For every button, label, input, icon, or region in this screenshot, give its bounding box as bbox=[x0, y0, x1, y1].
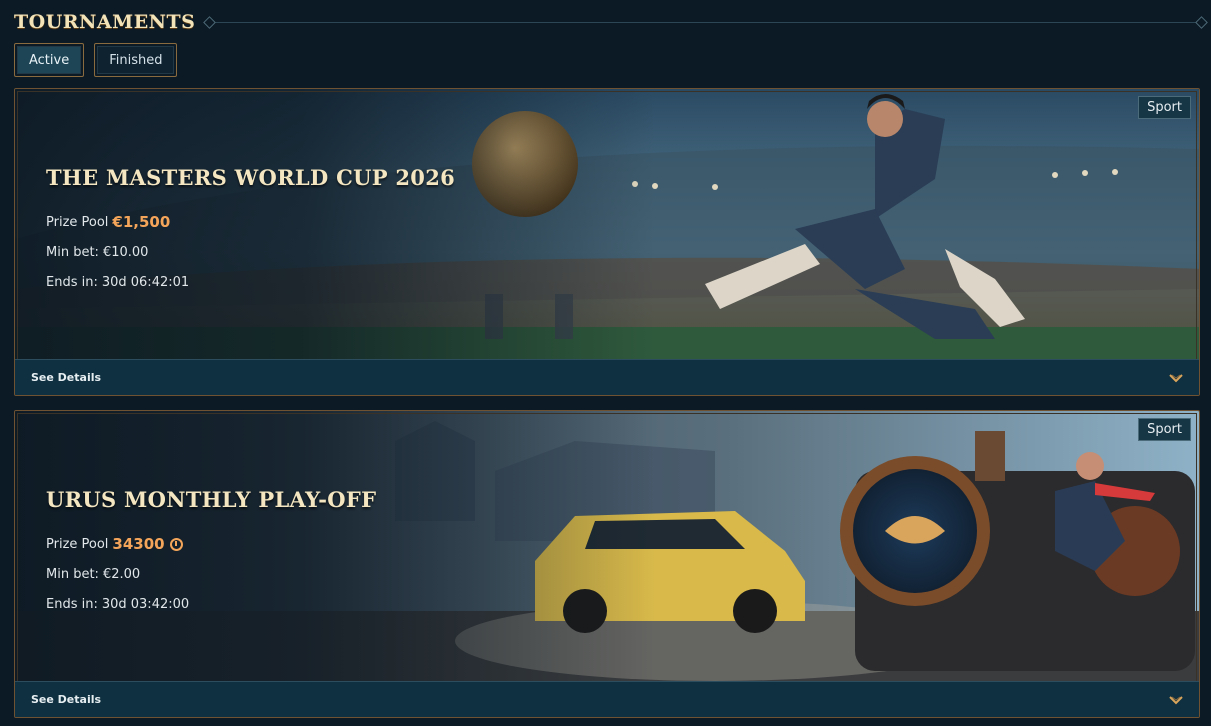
prize-pool-label: Prize Pool bbox=[46, 536, 109, 552]
ends-in-row: Ends in: 30d 03:42:00 bbox=[46, 589, 189, 619]
prize-pool-value: €1,500 bbox=[112, 213, 171, 231]
category-badge: Sport bbox=[1138, 96, 1191, 119]
tournament-card-urus[interactable]: Sport URUS MONTHLY PLAY-OFF Prize Pool 3… bbox=[14, 410, 1200, 718]
min-bet-label: Min bet: bbox=[46, 566, 99, 582]
tournament-title: URUS MONTHLY PLAY-OFF bbox=[46, 487, 377, 512]
chevron-down-icon bbox=[1169, 695, 1183, 704]
min-bet-row: Min bet: €2.00 bbox=[46, 559, 189, 589]
see-details-label: See Details bbox=[31, 371, 102, 384]
tournament-card-masters[interactable]: Sport THE MASTERS WORLD CUP 2026 Prize P… bbox=[14, 88, 1200, 396]
see-details-button[interactable]: See Details bbox=[15, 681, 1199, 717]
category-badge: Sport bbox=[1138, 418, 1191, 441]
min-bet-row: Min bet: €10.00 bbox=[46, 237, 189, 267]
see-details-label: See Details bbox=[31, 693, 102, 706]
ends-in-label: Ends in: bbox=[46, 274, 98, 290]
ends-in-value: 30d 03:42:00 bbox=[101, 596, 190, 612]
min-bet-label: Min bet: bbox=[46, 244, 99, 260]
tournament-banner bbox=[15, 89, 1199, 361]
min-bet-value: €10.00 bbox=[102, 244, 149, 260]
prize-pool-label: Prize Pool bbox=[46, 214, 109, 230]
tournament-banner bbox=[15, 411, 1199, 683]
ends-in-label: Ends in: bbox=[46, 596, 98, 612]
min-bet-value: €2.00 bbox=[102, 566, 141, 582]
ends-in-row: Ends in: 30d 06:42:01 bbox=[46, 267, 189, 297]
title-divider bbox=[209, 21, 1202, 23]
prize-pool-row: Prize Pool 34300 bbox=[46, 529, 189, 559]
tournament-title: THE MASTERS WORLD CUP 2026 bbox=[46, 165, 456, 190]
page-header: TOURNAMENTS bbox=[14, 8, 1202, 36]
coin-icon bbox=[169, 537, 183, 551]
prize-pool-row: Prize Pool €1,500 bbox=[46, 207, 189, 237]
tab-finished[interactable]: Finished bbox=[94, 43, 178, 77]
page-title: TOURNAMENTS bbox=[14, 11, 196, 33]
prize-pool-value: 34300 bbox=[112, 535, 165, 553]
chevron-down-icon bbox=[1169, 373, 1183, 382]
tournament-tabs: Active Finished bbox=[14, 43, 178, 77]
tournaments-page: TOURNAMENTS Active Finished Sport THE MA… bbox=[0, 0, 1211, 726]
tournament-info: Prize Pool 34300 Min bet: €2.00 Ends in:… bbox=[46, 529, 189, 619]
tab-active[interactable]: Active bbox=[14, 43, 85, 77]
ends-in-value: 30d 06:42:01 bbox=[101, 274, 190, 290]
tournament-info: Prize Pool €1,500 Min bet: €10.00 Ends i… bbox=[46, 207, 189, 297]
see-details-button[interactable]: See Details bbox=[15, 359, 1199, 395]
